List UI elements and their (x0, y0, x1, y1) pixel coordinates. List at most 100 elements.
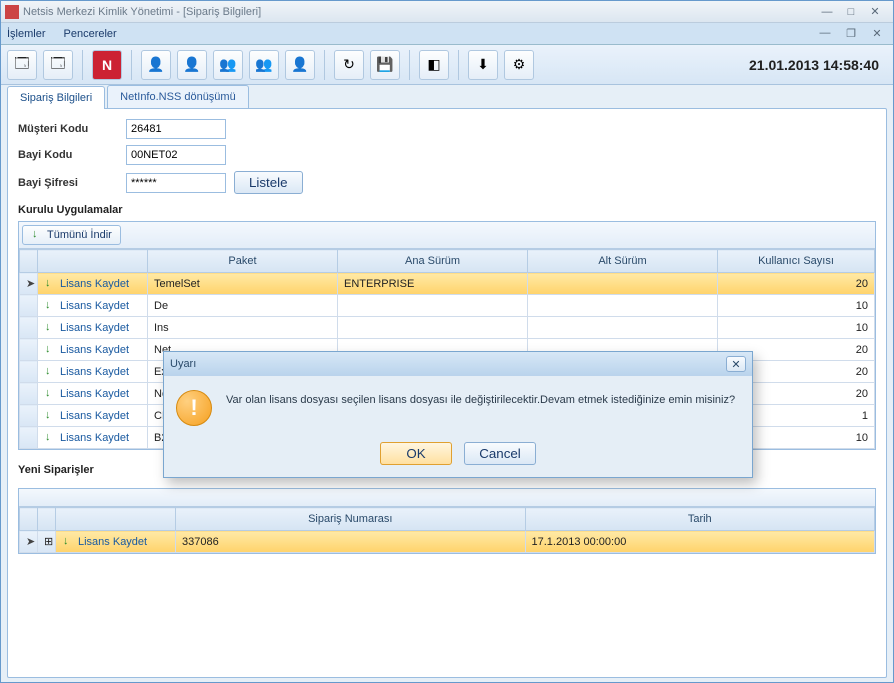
lisans-kaydet-cell[interactable]: Lisans Kaydet (38, 273, 148, 295)
download-icon (44, 366, 56, 378)
cell-ana (338, 295, 528, 317)
toolbar-btn-users-1[interactable]: 👥 (213, 50, 243, 80)
row-indicator (20, 361, 38, 383)
toolbar-btn-users-2[interactable]: 👥 (249, 50, 279, 80)
toolbar-btn-refresh[interactable]: ↻ (334, 50, 364, 80)
menu-pencereler[interactable]: Pencereler (64, 28, 117, 40)
cell-kullanici-sayisi: 10 (718, 317, 875, 339)
menu-islemler[interactable]: İşlemler (7, 28, 46, 40)
grid1-h-indicator (20, 250, 38, 273)
toolbar-btn-save[interactable]: 💾 (370, 50, 400, 80)
lisans-kaydet-label: Lisans Kaydet (60, 388, 129, 400)
warning-dialog: Uyarı ✕ ! Var olan lisans dosyası seçile… (163, 351, 753, 478)
row-bayi-sifresi: Bayi Şifresi Listele (18, 171, 876, 194)
listele-button[interactable]: Listele (234, 171, 303, 194)
dialog-cancel-button[interactable]: Cancel (464, 442, 536, 465)
row-bayi-kodu: Bayi Kodu (18, 145, 876, 165)
dialog-title: Uyarı (170, 358, 726, 370)
toolbar-separator (131, 50, 132, 80)
tab-netinfo-donusumu[interactable]: NetInfo.NSS dönüşümü (107, 85, 249, 108)
dialog-message: Var olan lisans dosyası seçilen lisans d… (226, 390, 735, 426)
lisans-kaydet-cell[interactable]: Lisans Kaydet (38, 405, 148, 427)
label-bayi-sifresi: Bayi Şifresi (18, 177, 118, 189)
lisans-kaydet-cell[interactable]: Lisans Kaydet (38, 361, 148, 383)
toolbar-btn-settings[interactable]: ⚙ (504, 50, 534, 80)
row-indicator (20, 339, 38, 361)
grid1-h-paket[interactable]: Paket (148, 250, 338, 273)
download-icon (31, 229, 43, 241)
mdi-minimize-button[interactable]: — (817, 26, 833, 40)
toolbar-btn-1[interactable]: 🗔 (7, 50, 37, 80)
lisans-kaydet-cell[interactable]: Lisans Kaydet (38, 427, 148, 449)
toolbar: 🗔 🗔 N 👤 👤 👥 👥 👤 ↻ 💾 ◧ ⬇ ⚙ 21.01.2013 14:… (1, 45, 893, 85)
toolbar-btn-user-cal[interactable]: 👤 (285, 50, 315, 80)
minimize-button[interactable]: — (819, 5, 835, 19)
cell-kullanici-sayisi: 10 (718, 295, 875, 317)
toolbar-btn-erase[interactable]: ◧ (419, 50, 449, 80)
grid1-h-ana[interactable]: Ana Sürüm (338, 250, 528, 273)
dialog-buttons: OK Cancel (164, 436, 752, 477)
lisans-kaydet-label: Lisans Kaydet (78, 536, 147, 548)
warning-icon: ! (176, 390, 212, 426)
row-indicator (20, 317, 38, 339)
toolbar-btn-n[interactable]: N (92, 50, 122, 80)
cell-alt (528, 295, 718, 317)
grid1-toolbar: Tümünü İndir (19, 222, 875, 249)
toolbar-btn-user-add[interactable]: 👤 (141, 50, 171, 80)
tabstrip: Sipariş Bilgileri NetInfo.NSS dönüşümü (7, 85, 887, 108)
mdi-window-controls: — ❐ ✕ (817, 26, 885, 40)
toolbar-separator (458, 50, 459, 80)
cell-paket: De (148, 295, 338, 317)
lisans-kaydet-cell[interactable]: Lisans Kaydet (38, 339, 148, 361)
lisans-kaydet-label: Lisans Kaydet (60, 300, 129, 312)
table-row[interactable]: ➤Lisans KaydetTemelSetENTERPRISE20 (20, 273, 875, 295)
download-icon (44, 388, 56, 400)
cell-paket: TemelSet (148, 273, 338, 295)
tumunu-indir-label: Tümünü İndir (47, 229, 112, 241)
lisans-kaydet-cell[interactable]: Lisans Kaydet (38, 295, 148, 317)
table-row[interactable]: Lisans Kaydet De 10 (20, 295, 875, 317)
input-bayi-kodu[interactable] (126, 145, 226, 165)
table-row[interactable]: ➤⊞Lisans Kaydet33708617.1.2013 00:00:00 (20, 531, 875, 553)
tumunu-indir-button[interactable]: Tümünü İndir (22, 225, 121, 245)
input-musteri-kodu[interactable] (126, 119, 226, 139)
input-bayi-sifresi[interactable] (126, 173, 226, 193)
maximize-button[interactable]: □ (843, 5, 859, 19)
dialog-close-button[interactable]: ✕ (726, 356, 746, 372)
main-window: Netsis Merkezi Kimlik Yönetimi - [Sipari… (0, 0, 894, 683)
expand-icon[interactable]: ⊞ (38, 531, 56, 553)
cell-siparis-numarasi: 337086 (176, 531, 526, 553)
cell-alt (528, 273, 718, 295)
lisans-kaydet-cell[interactable]: Lisans Kaydet (56, 531, 176, 553)
grid2-h-num[interactable]: Sipariş Numarası (176, 508, 526, 531)
row-indicator: ➤ (20, 273, 38, 295)
close-button[interactable]: ✕ (867, 5, 883, 19)
lisans-kaydet-label: Lisans Kaydet (60, 366, 129, 378)
download-icon (44, 300, 56, 312)
dialog-ok-button[interactable]: OK (380, 442, 452, 465)
grid1-h-alt[interactable]: Alt Sürüm (528, 250, 718, 273)
app-icon (5, 5, 19, 19)
grid1-header-row: Paket Ana Sürüm Alt Sürüm Kullanıcı Sayı… (20, 250, 875, 273)
cell-paket: Ins (148, 317, 338, 339)
grid1-h-kul[interactable]: Kullanıcı Sayısı (718, 250, 875, 273)
grid-yeni-siparisler: Sipariş Numarası Tarih ➤⊞Lisans Kaydet33… (18, 488, 876, 554)
tab-siparis-bilgileri[interactable]: Sipariş Bilgileri (7, 86, 105, 109)
window-controls: — □ ✕ (819, 5, 889, 19)
grid2-h-tarih[interactable]: Tarih (525, 508, 875, 531)
mdi-close-button[interactable]: ✕ (869, 26, 885, 40)
toolbar-btn-2[interactable]: 🗔 (43, 50, 73, 80)
mdi-restore-button[interactable]: ❐ (843, 26, 859, 40)
menubar: İşlemler Pencereler — ❐ ✕ (1, 23, 893, 45)
lisans-kaydet-cell[interactable]: Lisans Kaydet (38, 383, 148, 405)
table-row[interactable]: Lisans KaydetIns 10 (20, 317, 875, 339)
lisans-kaydet-cell[interactable]: Lisans Kaydet (38, 317, 148, 339)
cell-ana: ENTERPRISE (338, 273, 528, 295)
toolbar-separator (324, 50, 325, 80)
download-icon (44, 344, 56, 356)
cell-tarih: 17.1.2013 00:00:00 (525, 531, 875, 553)
window-title: Netsis Merkezi Kimlik Yönetimi - [Sipari… (23, 6, 819, 18)
download-icon (62, 536, 74, 548)
toolbar-btn-export[interactable]: ⬇ (468, 50, 498, 80)
toolbar-btn-user-down[interactable]: 👤 (177, 50, 207, 80)
